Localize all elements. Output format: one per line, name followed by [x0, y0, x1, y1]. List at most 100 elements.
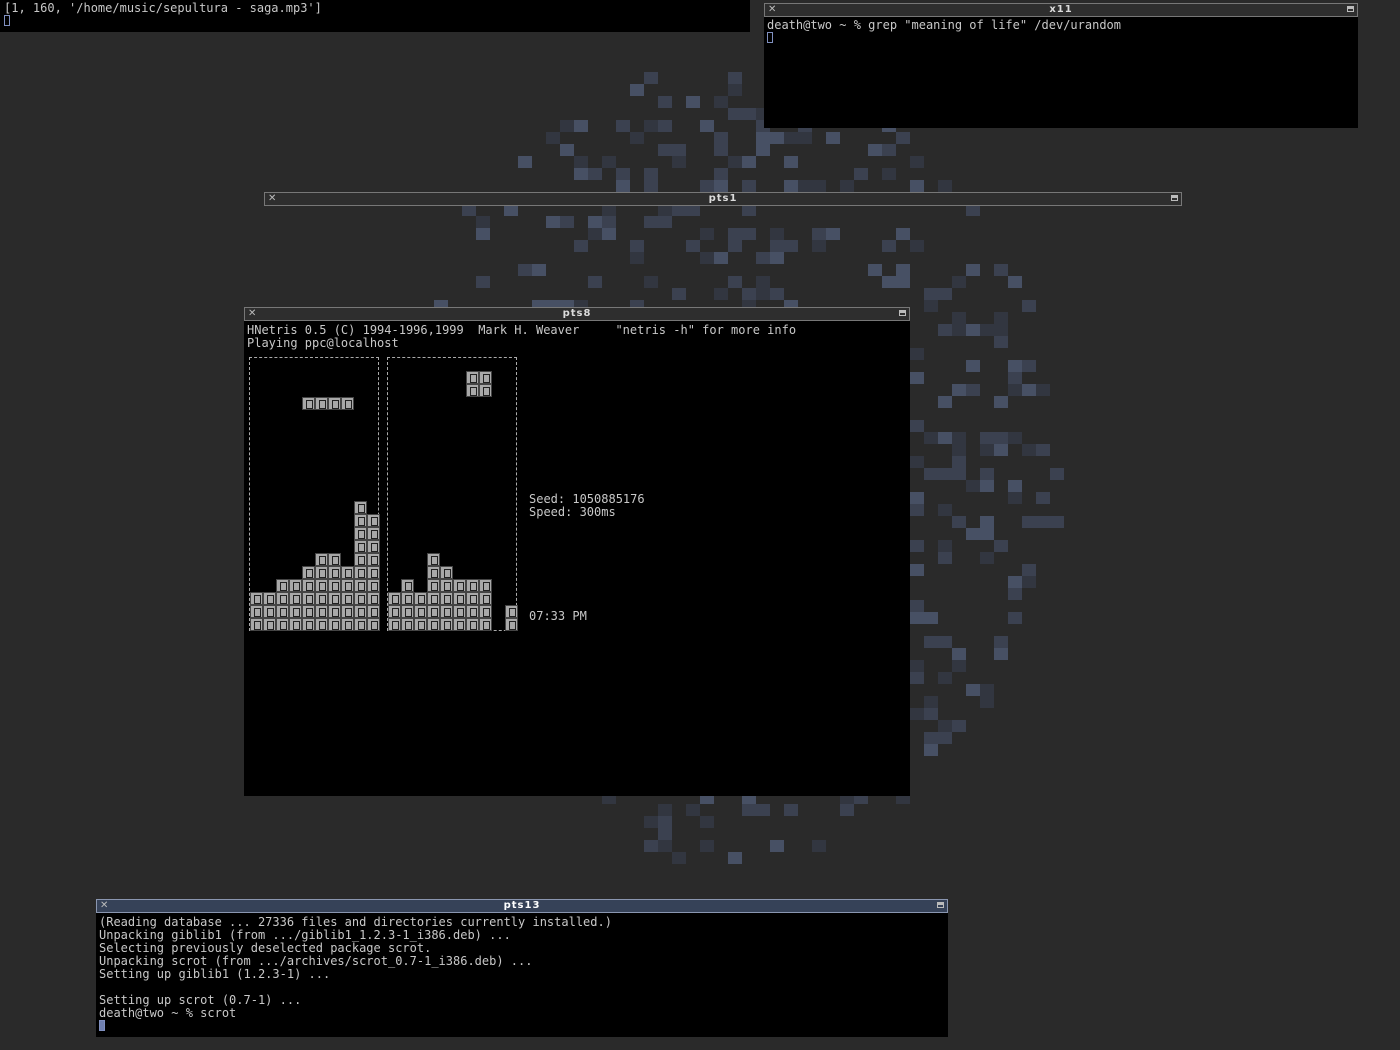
netris-clock: 07:33 PM [529, 609, 587, 623]
cursor [767, 32, 773, 43]
window-title: pts1 [708, 193, 738, 204]
window-pts13[interactable]: ✕ pts13 (Reading database ... 27336 file… [96, 899, 948, 1037]
netris-block [276, 605, 289, 618]
netris-block [367, 618, 380, 631]
window-pts1[interactable]: ✕ pts1 [264, 192, 1182, 207]
netris-block [250, 592, 263, 605]
netris-block [354, 592, 367, 605]
netris-block [328, 579, 341, 592]
maximize-icon[interactable] [899, 310, 906, 316]
netris-block [414, 592, 427, 605]
netris-block [354, 553, 367, 566]
netris-block [341, 592, 354, 605]
netris-block [414, 605, 427, 618]
window-title: pts13 [503, 900, 541, 911]
netris-block [341, 605, 354, 618]
netris-block [315, 579, 328, 592]
maximize-icon[interactable] [1171, 195, 1178, 201]
close-icon[interactable]: ✕ [768, 4, 776, 16]
netris-block [315, 605, 328, 618]
netris-block [479, 579, 492, 592]
netris-block [328, 566, 341, 579]
netris-block [453, 618, 466, 631]
netris-block [367, 527, 380, 540]
netris-block [466, 579, 479, 592]
netris-block [315, 592, 328, 605]
window-title: pts8 [562, 308, 592, 319]
netris-block [453, 579, 466, 592]
netris-block [276, 618, 289, 631]
netris-block [302, 397, 315, 410]
netris-block [440, 579, 453, 592]
netris-block [315, 397, 328, 410]
titlebar-x11[interactable]: ✕ x11 [764, 3, 1358, 17]
close-icon[interactable]: ✕ [100, 900, 108, 912]
netris-block [315, 553, 328, 566]
netris-block [276, 592, 289, 605]
netris-block [328, 618, 341, 631]
window-pts8[interactable]: ✕ pts8 HNetris 0.5 (C) 1994-1996,1999 Ma… [244, 307, 910, 796]
netris-block [250, 605, 263, 618]
netris-block [367, 579, 380, 592]
netris-block [328, 605, 341, 618]
titlebar-pts1[interactable]: ✕ pts1 [264, 192, 1182, 206]
netris-header: HNetris 0.5 (C) 1994-1996,1999 Mark H. W… [247, 323, 797, 337]
netris-block [367, 592, 380, 605]
netris-block [388, 605, 401, 618]
netris-block [401, 605, 414, 618]
netris-block [263, 605, 276, 618]
netris-block [440, 566, 453, 579]
netris-block [466, 592, 479, 605]
netris-block [388, 592, 401, 605]
netris-block [341, 397, 354, 410]
maximize-icon[interactable] [1347, 6, 1354, 12]
netris-block [479, 384, 492, 397]
maximize-icon[interactable] [937, 902, 944, 908]
cursor [99, 1020, 105, 1031]
netris-block [302, 566, 315, 579]
netris-block [440, 592, 453, 605]
netris-block [505, 605, 518, 618]
netris-block [354, 540, 367, 553]
netris-block [401, 579, 414, 592]
netris-block [289, 605, 302, 618]
music-player-bar[interactable]: [1, 160, '/home/music/sepultura - saga.m… [0, 0, 750, 32]
netris-block [367, 566, 380, 579]
close-icon[interactable]: ✕ [248, 308, 256, 320]
netris-block [367, 553, 380, 566]
netris-block [302, 605, 315, 618]
netris-block [466, 618, 479, 631]
netris-block [289, 579, 302, 592]
netris-block [354, 579, 367, 592]
terminal-line: Setting up giblib1 (1.2.3-1) ... [99, 967, 331, 981]
netris-block [367, 540, 380, 553]
netris-board-right [387, 357, 518, 631]
netris-block [479, 592, 492, 605]
netris-block [341, 579, 354, 592]
netris-block [354, 605, 367, 618]
cursor [4, 15, 10, 26]
netris-block [302, 618, 315, 631]
netris-block [263, 618, 276, 631]
netris-block [427, 566, 440, 579]
window-x11[interactable]: ✕ x11 death@two ~ % grep "meaning of lif… [764, 3, 1358, 128]
netris-block [354, 527, 367, 540]
netris-block [302, 592, 315, 605]
netris-block [427, 618, 440, 631]
window-title: x11 [1049, 4, 1073, 15]
titlebar-pts13[interactable]: ✕ pts13 [96, 899, 948, 913]
netris-block [263, 592, 276, 605]
titlebar-pts8[interactable]: ✕ pts8 [244, 307, 910, 321]
netris-block [427, 605, 440, 618]
close-icon[interactable]: ✕ [268, 193, 276, 205]
netris-block [479, 371, 492, 384]
netris-block [341, 566, 354, 579]
terminal-line: death@two ~ % scrot [99, 1006, 237, 1020]
netris-block [453, 592, 466, 605]
netris-block [466, 384, 479, 397]
netris-block [354, 566, 367, 579]
netris-block [479, 618, 492, 631]
netris-block [328, 553, 341, 566]
netris-block [427, 553, 440, 566]
netris-block [453, 605, 466, 618]
